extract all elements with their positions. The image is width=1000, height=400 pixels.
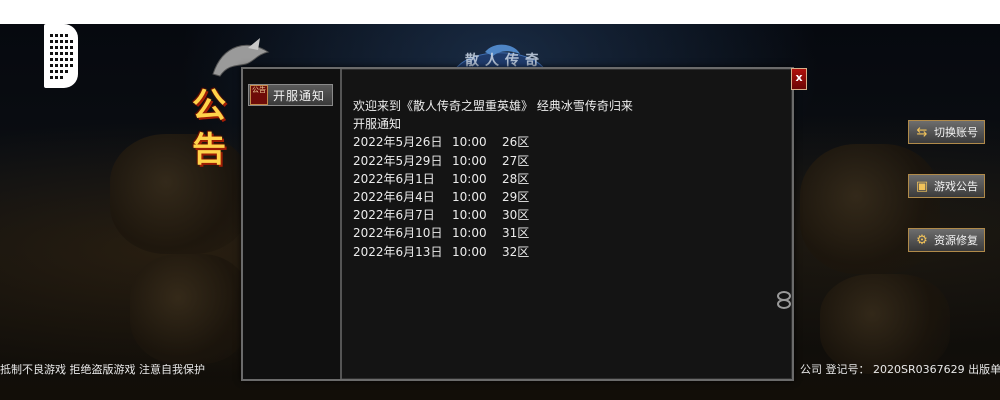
schedule-time: 10:00 [452,153,487,168]
schedule-time: 10:00 [452,208,487,223]
notice-content: 欢迎来到《散人传奇之盟重英雄》 经典冰雪传奇归来 开服通知 2022年5月26日… [353,97,782,261]
notice-badge-icon: 公告 [250,85,268,105]
notice-tab-sidebar: 公告 开服通知 [243,69,342,379]
schedule-zone: 30区 [502,208,530,223]
swap-icon: ⇆ [916,124,928,140]
schedule-zone: 27区 [502,153,530,168]
rock-decoration [820,274,950,374]
schedule-list: 2022年5月26日 10:00 26区 2022年5月29日 10:00 27… [353,133,782,260]
rock-decoration [800,144,940,274]
schedule-zone: 26区 [502,135,530,150]
schedule-date: 2022年5月29日 [353,153,443,168]
switch-account-label: 切换账号 [934,126,978,139]
schedule-time: 10:00 [452,135,487,150]
resource-repair-label: 资源修复 [934,234,978,247]
schedule-row: 2022年5月29日 10:00 27区 [353,152,782,170]
notice-section-title: 开服通知 [353,117,402,132]
schedule-row: 2022年6月13日 10:00 32区 [353,243,782,261]
switch-account-button[interactable]: ⇆ 切换账号 [908,120,985,144]
footer-bar: 抵制不良游戏 拒绝盗版游戏 注意自我保护 公司 登记号： 2020SR03676… [0,364,1000,376]
notice-side-title: 公告 [192,86,226,170]
tab-server-opening[interactable]: 公告 开服通知 [248,84,333,106]
schedule-time: 10:00 [452,171,487,186]
gear-icon: ⚙ [916,232,928,248]
schedule-time: 10:00 [452,190,487,205]
rock-decoration [130,254,250,364]
schedule-zone: 29区 [502,190,530,205]
schedule-time: 10:00 [452,226,487,241]
close-button[interactable]: x [791,68,807,90]
schedule-date: 2022年6月7日 [353,208,435,223]
chain-ornament-icon [777,291,791,309]
app-logo [44,24,78,88]
schedule-date: 2022年6月13日 [353,244,443,259]
footer-registration: 公司 登记号： 2020SR0367629 出版单 [800,364,1000,376]
schedule-row: 2022年6月7日 10:00 30区 [353,206,782,224]
schedule-row: 2022年6月4日 10:00 29区 [353,188,782,206]
schedule-zone: 31区 [502,226,530,241]
footer-health-notice: 抵制不良游戏 拒绝盗版游戏 注意自我保护 [0,364,205,376]
tab-label: 开服通知 [273,88,326,103]
game-notice-label: 游戏公告 [934,180,978,193]
schedule-time: 10:00 [452,244,487,259]
notice-dialog: 公告 开服通知 欢迎来到《散人传奇之盟重英雄》 经典冰雪传奇归来 开服通知 20… [241,67,794,381]
game-notice-button[interactable]: ▣ 游戏公告 [908,174,985,198]
schedule-row: 2022年6月1日 10:00 28区 [353,170,782,188]
notice-icon: ▣ [915,178,929,194]
schedule-row: 2022年6月10日 10:00 31区 [353,224,782,242]
schedule-zone: 28区 [502,171,530,186]
schedule-row: 2022年5月26日 10:00 26区 [353,133,782,151]
schedule-date: 2022年6月10日 [353,226,443,241]
notice-intro: 欢迎来到《散人传奇之盟重英雄》 经典冰雪传奇归来 [353,99,633,113]
schedule-date: 2022年6月1日 [353,171,435,186]
resource-repair-button[interactable]: ⚙ 资源修复 [908,228,985,252]
schedule-date: 2022年5月26日 [353,135,443,150]
schedule-zone: 32区 [502,244,530,259]
schedule-date: 2022年6月4日 [353,190,435,205]
